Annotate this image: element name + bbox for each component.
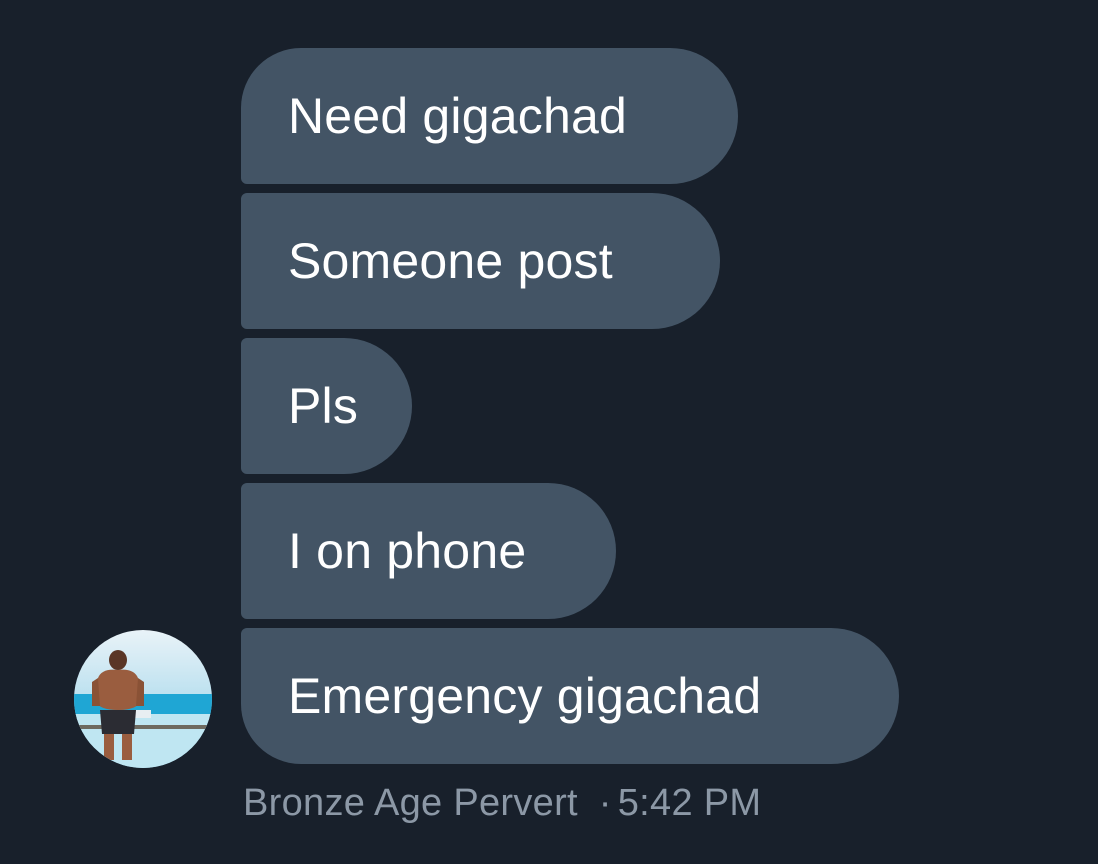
message-bubble[interactable]: Pls <box>241 338 412 474</box>
avatar-image-icon <box>74 630 212 768</box>
message-bubble[interactable]: Emergency gigachad <box>241 628 899 764</box>
message-thread: Need gigachad Someone post Pls I on phon… <box>0 0 1098 864</box>
sender-avatar[interactable] <box>74 630 212 768</box>
message-timestamp: 5:42 PM <box>617 782 762 824</box>
message-bubble[interactable]: I on phone <box>241 483 616 619</box>
meta-separator: · <box>598 782 612 824</box>
sender-name[interactable]: Bronze Age Pervert <box>243 782 578 824</box>
message-meta: Bronze Age Pervert · 5:42 PM <box>243 782 761 825</box>
message-bubble[interactable]: Someone post <box>241 193 720 329</box>
message-bubble[interactable]: Need gigachad <box>241 48 738 184</box>
